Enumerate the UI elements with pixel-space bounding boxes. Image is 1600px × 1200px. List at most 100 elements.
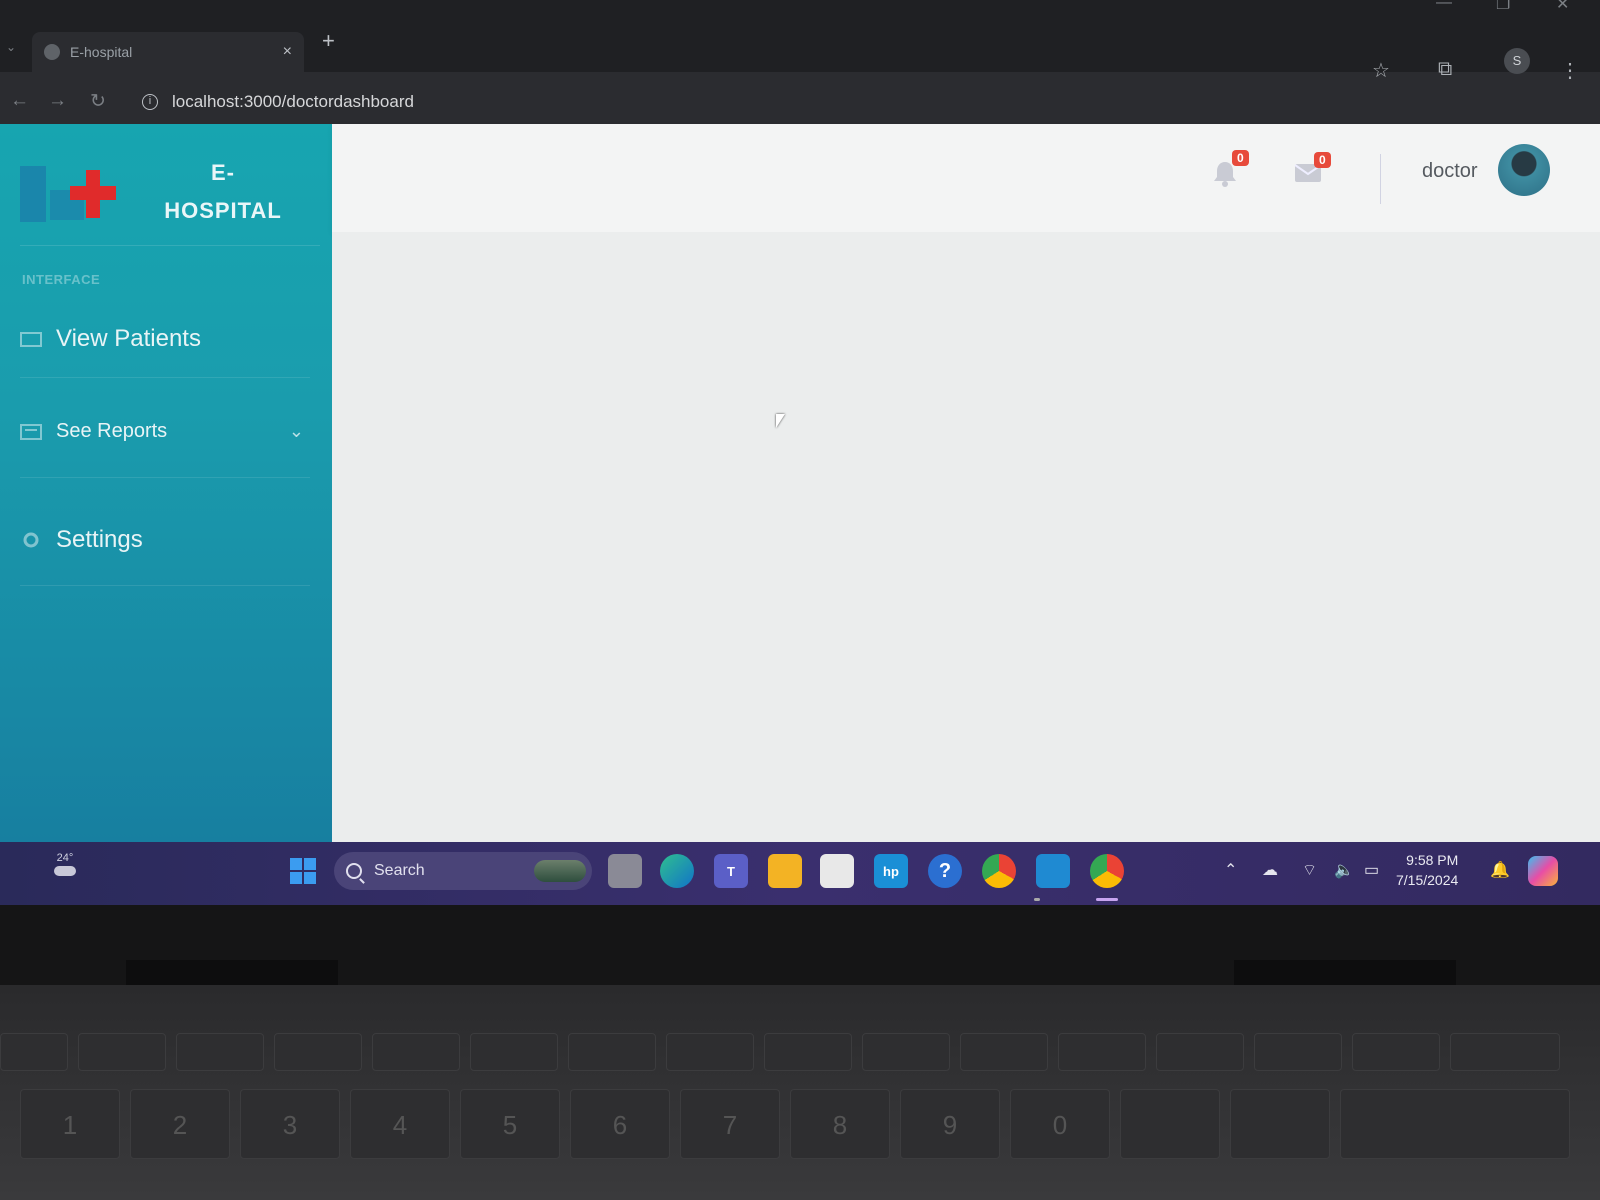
start-tile	[304, 872, 316, 884]
sidebar-item-settings[interactable]: Settings	[20, 494, 310, 586]
help-icon[interactable]: ?	[928, 854, 962, 888]
keyboard-key	[1120, 1089, 1220, 1159]
number-key: 6	[570, 1089, 670, 1159]
search-icon	[346, 863, 362, 879]
function-key	[0, 1033, 68, 1071]
function-key	[862, 1033, 950, 1071]
function-key	[568, 1033, 656, 1071]
brand[interactable]: E- HOSPITAL	[20, 150, 320, 246]
sidebar-item-label: View Patients	[56, 324, 201, 352]
reload-icon[interactable]: ↻	[90, 90, 106, 113]
keyboard-key	[1230, 1089, 1330, 1159]
edge-icon[interactable]	[660, 854, 694, 888]
vscode-icon[interactable]	[1036, 854, 1070, 888]
number-key: 9	[900, 1089, 1000, 1159]
tab-close-icon[interactable]: ×	[283, 43, 292, 61]
profile-avatar[interactable]: S	[1504, 48, 1530, 74]
store-icon[interactable]	[820, 854, 854, 888]
start-tile	[290, 858, 302, 870]
function-key	[176, 1033, 264, 1071]
backspace-key	[1340, 1089, 1570, 1159]
tab-list-chevron-icon[interactable]: ⌄	[6, 40, 16, 54]
restore-icon[interactable]: ❐	[1496, 0, 1510, 14]
site-info-icon[interactable]: i	[142, 94, 158, 110]
extensions-icon[interactable]: ⧉	[1438, 58, 1452, 81]
function-key	[470, 1033, 558, 1071]
laptop-screen: ⌄ E-hospital × + — ❐ ✕ ← → ↻ i localhost…	[0, 0, 1600, 905]
alerts-count-badge: 0	[1232, 150, 1249, 166]
sidebar-item-view-patients[interactable]: View Patients	[20, 300, 310, 378]
weather-temp: 24°	[56, 852, 74, 864]
sidebar: E- HOSPITAL INTERFACE View Patients See …	[0, 124, 332, 842]
search-highlight-icon	[534, 860, 586, 882]
battery-icon[interactable]: ▭	[1364, 860, 1379, 880]
function-key	[274, 1033, 362, 1071]
taskbar-search[interactable]: Search	[334, 852, 592, 890]
number-key: 4	[350, 1089, 450, 1159]
url-text: localhost:3000/doctordashboard	[172, 92, 414, 111]
function-key	[666, 1033, 754, 1071]
messages-button[interactable]: 0	[1294, 152, 1331, 189]
volume-icon[interactable]: 🔈	[1334, 860, 1354, 880]
number-key: 0	[1010, 1089, 1110, 1159]
browser-menu-icon[interactable]: ⋮	[1560, 58, 1580, 83]
teams-icon[interactable]: T	[714, 854, 748, 888]
weather-widget[interactable]: 24°	[50, 852, 80, 876]
top-navbar: 0 0 doctor	[332, 124, 1600, 232]
number-key: 7	[680, 1089, 780, 1159]
taskbar-clock[interactable]: 9:58 PM 7/15/2024	[1396, 850, 1458, 890]
number-key: 2	[130, 1089, 230, 1159]
start-button[interactable]	[290, 858, 316, 884]
tab-title: E-hospital	[70, 44, 133, 60]
function-key	[78, 1033, 166, 1071]
reports-icon	[20, 423, 42, 440]
close-window-icon[interactable]: ✕	[1556, 0, 1569, 14]
sidebar-item-see-reports[interactable]: See Reports ⌄	[20, 386, 310, 478]
tray-chevron-up-icon[interactable]: ⌃	[1224, 860, 1237, 880]
vscode-running-indicator	[1034, 898, 1040, 901]
wifi-icon[interactable]: ⌔	[1302, 860, 1317, 880]
task-view-icon[interactable]	[608, 854, 642, 888]
weather-cloud-icon	[54, 866, 76, 876]
patients-icon	[20, 331, 42, 347]
clock-date: 7/15/2024	[1396, 872, 1459, 888]
address-bar[interactable]: i localhost:3000/doctordashboard	[134, 86, 1334, 118]
chrome-active-indicator	[1096, 898, 1118, 901]
user-avatar[interactable]	[1498, 144, 1550, 196]
browser-tab[interactable]: E-hospital ×	[32, 32, 304, 72]
myhp-icon[interactable]: hp	[874, 854, 908, 888]
chevron-down-icon[interactable]: ⌄	[289, 421, 304, 442]
windows-taskbar: 24° Search T hp ? ⌃ ☁ ⌔ 🔈 ▭ 9:58 PM 7/15…	[0, 842, 1600, 905]
notification-bell-icon[interactable]: 🔔	[1490, 860, 1510, 880]
dashboard-content	[332, 232, 1600, 842]
new-tab-button[interactable]: +	[322, 28, 335, 54]
copilot-icon[interactable]	[1528, 856, 1558, 886]
chrome-icon[interactable]	[982, 854, 1016, 888]
search-placeholder: Search	[374, 862, 425, 879]
back-icon[interactable]: ←	[10, 90, 29, 112]
topbar-divider	[1380, 154, 1381, 204]
browser-tab-strip: ⌄ E-hospital × + — ❐ ✕	[0, 0, 1600, 72]
function-key	[960, 1033, 1048, 1071]
function-key	[1450, 1033, 1560, 1071]
browser-toolbar: ← → ↻ i localhost:3000/doctordashboard ☆…	[0, 48, 1600, 130]
sidebar-item-label: See Reports	[56, 420, 168, 442]
clock-time: 9:58 PM	[1406, 852, 1459, 868]
sidebar-item-label: Settings	[56, 525, 143, 553]
brand-name: E- HOSPITAL	[148, 154, 298, 230]
function-key	[1156, 1033, 1244, 1071]
minimize-icon[interactable]: —	[1436, 0, 1452, 12]
number-key: 8	[790, 1089, 890, 1159]
file-explorer-icon[interactable]	[768, 854, 802, 888]
start-tile	[290, 872, 302, 884]
bookmark-star-icon[interactable]: ☆	[1372, 58, 1390, 83]
user-name[interactable]: doctor	[1422, 160, 1478, 183]
chrome-active-icon[interactable]	[1090, 854, 1124, 888]
forward-icon[interactable]: →	[48, 90, 67, 112]
web-page: E- HOSPITAL INTERFACE View Patients See …	[0, 124, 1600, 842]
brand-line-2: HOSPITAL	[164, 198, 282, 223]
function-key	[372, 1033, 460, 1071]
number-key: 5	[460, 1089, 560, 1159]
alerts-button[interactable]: 0	[1212, 150, 1249, 193]
onedrive-error-icon[interactable]: ☁	[1262, 860, 1278, 880]
